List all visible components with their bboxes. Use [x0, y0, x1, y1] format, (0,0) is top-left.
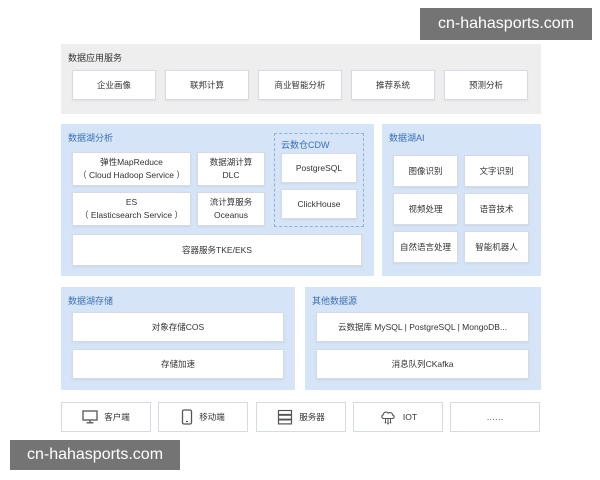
watermark-top: cn-hahasports.com [420, 8, 592, 40]
dlc-box: 数据湖计算 DLC [197, 152, 265, 186]
app-service-recommendation: 推荐系统 [351, 70, 435, 100]
oceanus-box: 流计算服务 Oceanus [197, 192, 265, 226]
ai-image-recognition: 图像识别 [393, 155, 458, 187]
es-name: ES [125, 197, 138, 208]
storage-cos: 对象存储COS [72, 312, 284, 342]
source-ckafka: 消息队列CKafka [316, 349, 529, 379]
storage-acceleration: 存储加速 [72, 349, 284, 379]
source-cloud-database: 云数据库 MySQL | PostgreSQL | MongoDB... [316, 312, 529, 342]
lake-storage-title: 数据湖存储 [68, 296, 114, 306]
ai-text-recognition: 文字识别 [464, 155, 529, 187]
client-more-label: …… [486, 412, 504, 422]
watermark-bottom: cn-hahasports.com [10, 440, 180, 470]
container-service-bar: 容器服务TKE/EKS [72, 234, 362, 266]
client-desktop-label: 客户端 [104, 412, 130, 422]
client-mobile: 移动端 [158, 402, 248, 432]
mapreduce-box: 弹性MapReduce （ Cloud Hadoop Service ） [72, 152, 191, 186]
ai-nlp: 自然语言处理 [393, 231, 458, 263]
dlc-subtitle: DLC [222, 170, 240, 180]
client-iot-label: IOT [402, 412, 418, 422]
app-service-enterprise-profile: 企业画像 [72, 70, 156, 100]
mobile-icon [181, 409, 193, 425]
client-server-label: 服务器 [299, 412, 325, 422]
dlc-name: 数据湖计算 [209, 157, 253, 168]
client-iot: IOT [353, 402, 443, 432]
client-desktop: 客户端 [61, 402, 151, 432]
mapreduce-subtitle: （ Cloud Hadoop Service ） [78, 170, 185, 180]
server-icon [277, 409, 293, 425]
monitor-icon [82, 410, 98, 424]
client-server: 服务器 [256, 402, 346, 432]
client-mobile-label: 移动端 [199, 412, 225, 422]
client-more: …… [450, 402, 540, 432]
cdw-title: 云数仓CDW [281, 140, 330, 150]
app-service-federated-computing: 联邦计算 [165, 70, 249, 100]
es-box: ES （ Elasticsearch Service ） [72, 192, 191, 226]
iot-cloud-icon [379, 409, 397, 425]
data-app-services-title: 数据应用服务 [68, 53, 123, 63]
ai-speech-tech: 语音技术 [464, 193, 529, 225]
lake-analysis-title: 数据湖分析 [68, 133, 114, 143]
ai-video-processing: 视频处理 [393, 193, 458, 225]
app-service-bi: 商业智能分析 [258, 70, 342, 100]
ai-chatbot: 智能机器人 [464, 231, 529, 263]
cdw-postgresql: PostgreSQL [281, 153, 357, 183]
other-sources-title: 其他数据源 [312, 296, 358, 306]
es-subtitle: （ Elasticsearch Service ） [80, 210, 183, 220]
oceanus-subtitle: Oceanus [213, 210, 249, 220]
oceanus-name: 流计算服务 [209, 197, 253, 208]
lake-ai-title: 数据湖AI [389, 133, 425, 143]
cdw-clickhouse: ClickHouse [281, 189, 357, 219]
app-service-prediction: 预测分析 [444, 70, 528, 100]
mapreduce-name: 弹性MapReduce [100, 157, 163, 168]
